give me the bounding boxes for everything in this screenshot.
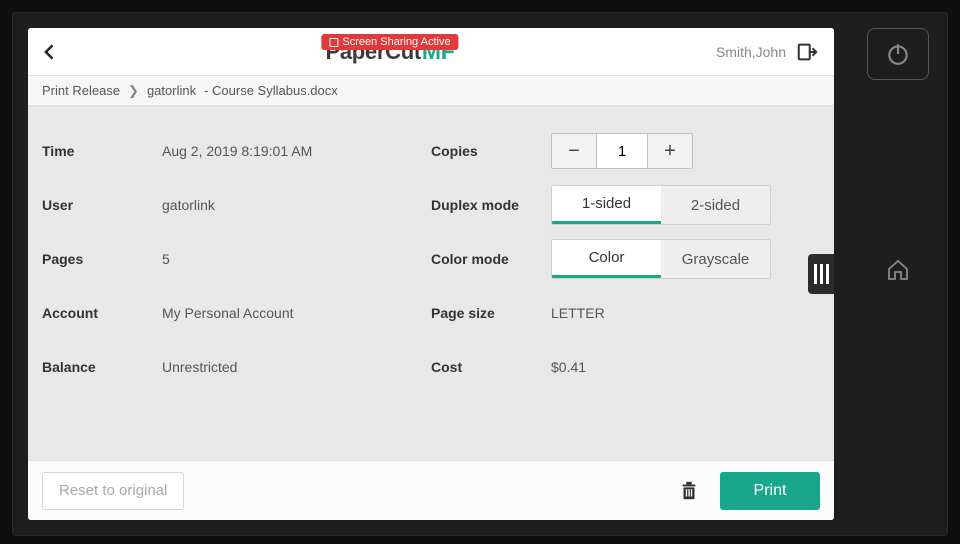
details-column: TimeAug 2, 2019 8:19:01 AM Usergatorlink…	[42, 124, 431, 460]
pagesize-label: Page size	[431, 305, 551, 321]
cost-label: Cost	[431, 359, 551, 375]
crumb-user[interactable]: gatorlink	[147, 83, 196, 98]
options-column: Copies − 1 + Duplex mode 1-sided 2-sided	[431, 124, 820, 460]
duplex-label: Duplex mode	[431, 197, 551, 213]
copies-stepper: − 1 +	[551, 133, 693, 169]
pages-label: Pages	[42, 251, 162, 267]
user-value: gatorlink	[162, 197, 215, 213]
copies-value: 1	[596, 134, 648, 168]
content: TimeAug 2, 2019 8:19:01 AM Usergatorlink…	[28, 106, 834, 460]
time-label: Time	[42, 143, 162, 159]
account-value: My Personal Account	[162, 305, 294, 321]
duplex-toggle: 1-sided 2-sided	[551, 185, 771, 225]
screen-icon	[329, 38, 338, 47]
color-toggle: Color Grayscale	[551, 239, 771, 279]
footer: Reset to original Print	[28, 460, 834, 520]
copies-increment[interactable]: +	[648, 134, 692, 168]
color-grayscale[interactable]: Grayscale	[661, 240, 770, 278]
back-button[interactable]	[40, 37, 64, 67]
crumb-root[interactable]: Print Release	[42, 83, 120, 98]
screen-share-badge: Screen Sharing Active	[321, 34, 458, 50]
balance-value: Unrestricted	[162, 359, 237, 375]
account-label: Account	[42, 305, 162, 321]
copies-decrement[interactable]: −	[552, 134, 596, 168]
duplex-1sided[interactable]: 1-sided	[552, 186, 661, 224]
color-color[interactable]: Color	[552, 240, 661, 278]
power-button[interactable]	[867, 28, 929, 80]
home-button[interactable]	[878, 250, 918, 290]
chevron-right-icon: ❯	[128, 83, 139, 99]
app-window: Screen Sharing Active PaperCutMF Smith,J…	[28, 28, 834, 520]
side-drawer-handle[interactable]	[808, 254, 834, 294]
color-label: Color mode	[431, 251, 551, 267]
cost-value: $0.41	[551, 359, 586, 375]
header: Screen Sharing Active PaperCutMF Smith,J…	[28, 28, 834, 76]
logout-button[interactable]	[796, 39, 822, 65]
balance-label: Balance	[42, 359, 162, 375]
reset-button[interactable]: Reset to original	[42, 472, 184, 510]
username-label: Smith,John	[716, 44, 786, 60]
print-button[interactable]: Print	[720, 472, 820, 510]
screen-share-label: Screen Sharing Active	[342, 36, 450, 48]
delete-button[interactable]	[674, 476, 704, 506]
pagesize-value: LETTER	[551, 305, 605, 321]
copies-label: Copies	[431, 143, 551, 159]
duplex-2sided[interactable]: 2-sided	[661, 186, 770, 224]
breadcrumb: Print Release ❯ gatorlink - Course Sylla…	[28, 76, 834, 106]
time-value: Aug 2, 2019 8:19:01 AM	[162, 143, 312, 159]
crumb-doc: - Course Syllabus.docx	[204, 83, 338, 98]
pages-value: 5	[162, 251, 170, 267]
user-label: User	[42, 197, 162, 213]
